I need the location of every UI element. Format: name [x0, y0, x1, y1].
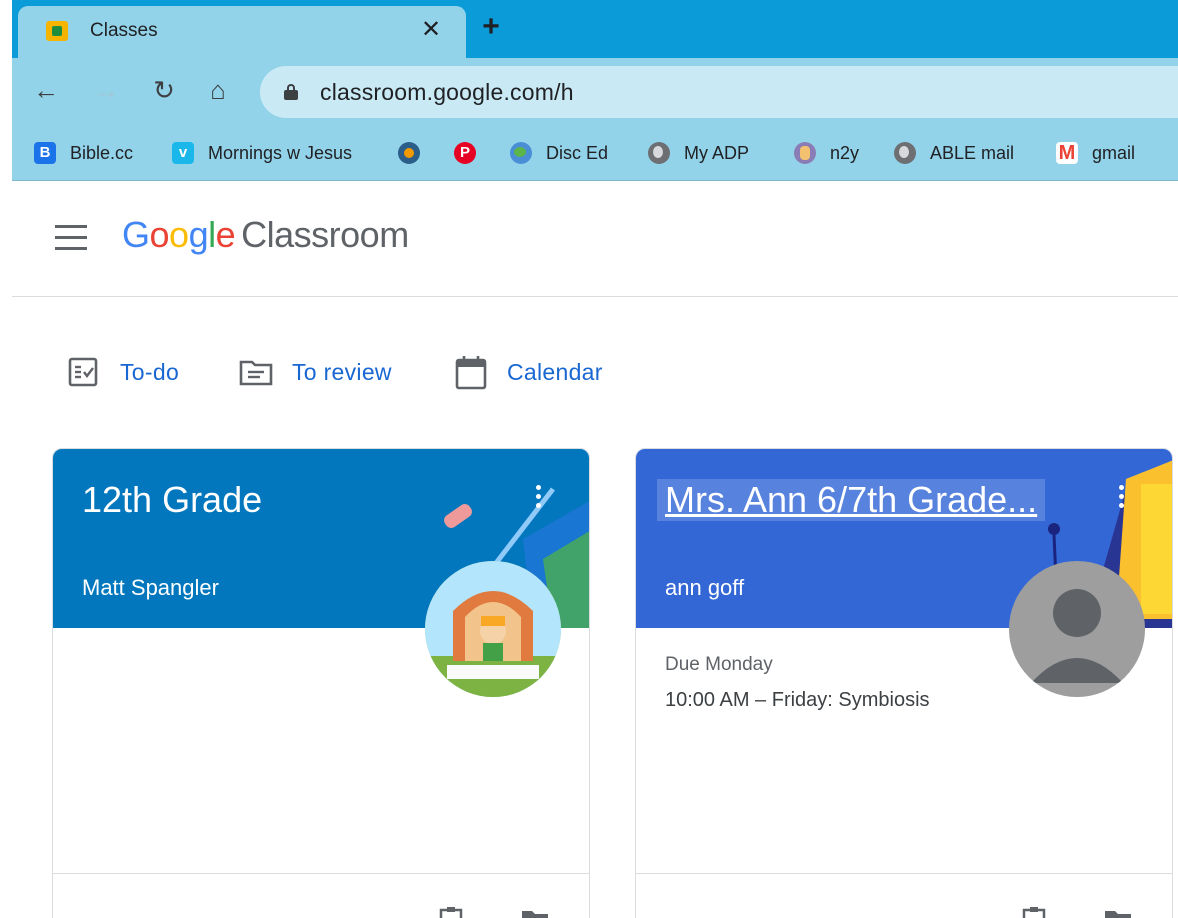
class-title[interactable]: 12th Grade [82, 479, 262, 521]
to-review-link[interactable]: To review [238, 352, 392, 392]
main-menu-icon[interactable] [55, 225, 87, 251]
card-footer-divider [636, 873, 1172, 874]
bookmark-able-mail[interactable]: ABLE mail [894, 138, 1014, 168]
pinterest-icon: P [454, 142, 476, 164]
bookmark-disc-ed[interactable]: Disc Ed [510, 138, 608, 168]
gmail-icon: M [1056, 142, 1078, 164]
teacher-avatar-placeholder[interactable] [1009, 561, 1145, 697]
bookmark-label: Disc Ed [546, 142, 609, 163]
google-classroom-logo[interactable]: Google Classroom [122, 214, 409, 256]
teacher-name[interactable]: Matt Spangler [82, 575, 219, 601]
teacher-name[interactable]: ann goff [665, 575, 744, 601]
globe-icon [510, 142, 532, 164]
class-card-12th-grade[interactable]: 12th Grade Matt Spangler [52, 448, 590, 918]
browser-chrome: Classes ✕ + ← → ↻ ⌂ classroom.google.com… [12, 0, 1178, 181]
calendar-icon [455, 356, 487, 390]
bookmark-pinterest[interactable]: P [454, 138, 490, 168]
back-button[interactable]: ← [28, 72, 64, 108]
todo-label: To-do [120, 358, 180, 385]
todo-icon [68, 357, 98, 387]
bookmark-my-adp[interactable]: My ADP [648, 138, 749, 168]
bookmarks-bar: B Bible.cc v Mornings w Jesus P Disc Ed … [12, 124, 1178, 181]
assignment-icon[interactable] [1019, 907, 1049, 918]
n2y-icon [794, 142, 816, 164]
bookmark-bible-cc[interactable]: B Bible.cc [34, 138, 133, 168]
class-card-mrs-ann[interactable]: Mrs. Ann 6/7th Grade... ann goff Due Mon… [635, 448, 1173, 918]
bookmark-label: Mornings w Jesus [208, 142, 353, 163]
class-options-icon[interactable] [533, 485, 543, 519]
bookmark-label: Bible.cc [70, 142, 134, 163]
class-title[interactable]: Mrs. Ann 6/7th Grade... [657, 479, 1046, 521]
due-assignment-link[interactable]: 10:00 AM – Friday: Symbiosis [665, 689, 930, 712]
forward-button[interactable]: → [88, 72, 124, 108]
tab-strip: Classes ✕ + [12, 0, 1178, 58]
lock-icon[interactable] [284, 84, 298, 100]
bookmark-media[interactable] [398, 138, 434, 168]
class-options-icon[interactable] [1116, 485, 1126, 519]
browser-toolbar: ← → ↻ ⌂ classroom.google.com/h [12, 58, 1178, 124]
bookmark-n2y[interactable]: n2y [794, 138, 859, 168]
browser-tab-classes[interactable]: Classes ✕ [18, 6, 466, 58]
bookmark-label: n2y [830, 142, 860, 163]
bookmark-gmail[interactable]: M gmail [1056, 138, 1135, 168]
world-icon [894, 142, 916, 164]
person-icon [1031, 589, 1123, 683]
assignment-icon[interactable] [436, 907, 466, 918]
reload-button[interactable]: ↻ [146, 72, 182, 108]
close-tab-icon[interactable]: ✕ [418, 15, 444, 45]
classroom-favicon-icon [46, 21, 68, 41]
world-icon [648, 142, 670, 164]
to-review-label: To review [292, 358, 392, 385]
media-icon [398, 142, 420, 164]
due-label: Due Monday [665, 654, 773, 675]
folder-icon[interactable] [1103, 907, 1133, 918]
bookmark-label: My ADP [684, 142, 750, 163]
teacher-avatar[interactable] [425, 561, 561, 697]
header-divider [12, 296, 1178, 297]
home-button[interactable]: ⌂ [200, 72, 236, 108]
bookmark-mornings-w-jesus[interactable]: v Mornings w Jesus [172, 138, 352, 168]
card-footer-divider [53, 873, 589, 874]
address-bar[interactable]: classroom.google.com/h [260, 66, 1178, 118]
calendar-label: Calendar [507, 358, 603, 385]
url-text[interactable]: classroom.google.com/h [320, 79, 574, 106]
tab-title: Classes [90, 20, 158, 41]
todo-link[interactable]: To-do [66, 352, 179, 392]
folder-icon[interactable] [520, 907, 550, 918]
bookmark-label: gmail [1092, 142, 1136, 163]
folder-review-icon [239, 360, 273, 386]
new-tab-button[interactable]: + [478, 12, 504, 42]
calendar-link[interactable]: Calendar [453, 352, 603, 392]
bookmark-label: ABLE mail [930, 142, 1015, 163]
bible-cc-icon: B [34, 142, 56, 164]
vimeo-icon: v [172, 142, 194, 164]
